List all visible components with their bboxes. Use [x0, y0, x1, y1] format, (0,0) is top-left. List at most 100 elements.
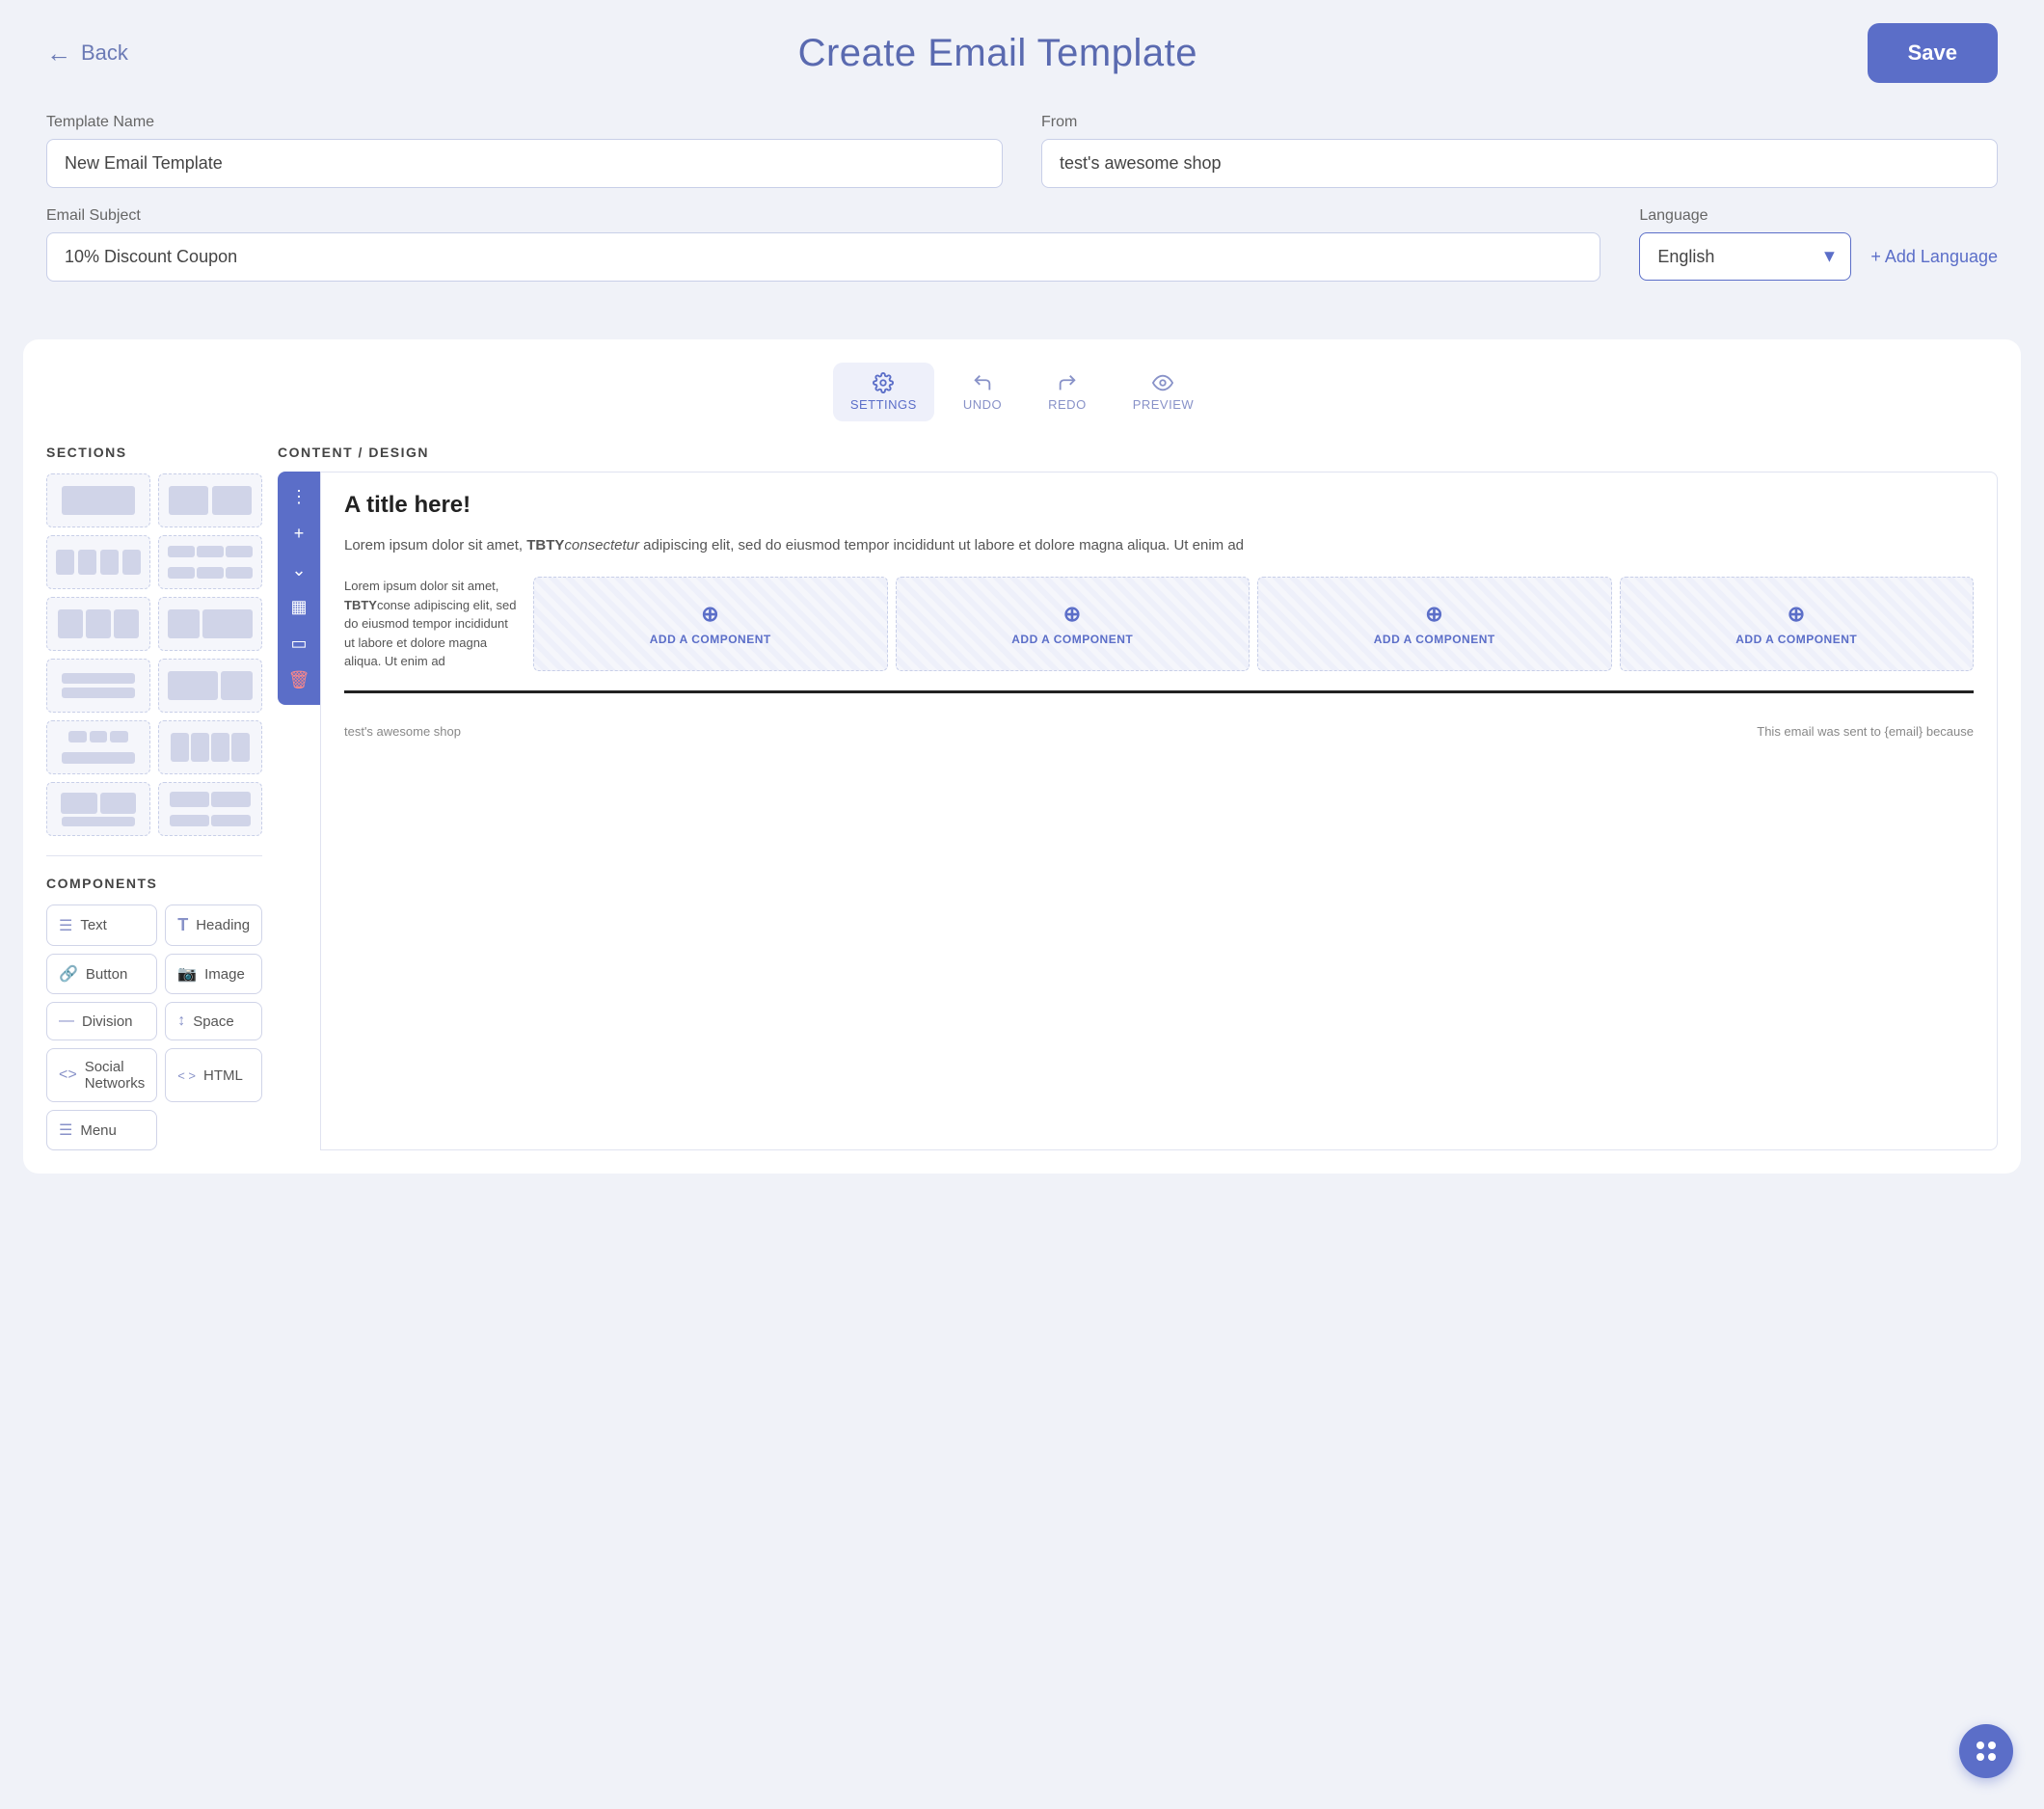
section-thumb-2row-mixed[interactable] — [46, 782, 150, 836]
save-button[interactable]: Save — [1868, 23, 1998, 83]
back-label: Back — [81, 40, 128, 66]
component-social-networks[interactable]: <> Social Networks — [46, 1048, 157, 1102]
undo-icon — [972, 372, 993, 393]
component-social-label: Social Networks — [85, 1059, 146, 1092]
email-footer-email: This email was sent to {email} because — [1757, 716, 1974, 746]
add-component-cell-4[interactable]: ⊕ ADD A COMPONENT — [1620, 577, 1975, 671]
html-icon: < > — [177, 1068, 196, 1083]
delete-button[interactable]: 🗑 — [282, 662, 316, 697]
space-icon: ↕ — [177, 1012, 185, 1030]
back-arrow-icon: ← — [46, 39, 71, 68]
section-thumb-1col[interactable] — [46, 473, 150, 527]
email-subject-group: Email Subject — [46, 207, 1600, 282]
email-body-text: Lorem ipsum dolor sit amet, TBTYconsecte… — [344, 534, 1974, 557]
add-component-cell-2[interactable]: ⊕ ADD A COMPONENT — [896, 577, 1251, 671]
email-content-area: A title here! Lorem ipsum dolor sit amet… — [320, 472, 1998, 1150]
eye-icon — [1152, 372, 1173, 393]
add-component-cell-3[interactable]: ⊕ ADD A COMPONENT — [1257, 577, 1612, 671]
action-bar: ⋮ + ⌄ ▦ ▭ 🗑 — [278, 472, 320, 705]
division-icon: — — [59, 1012, 74, 1030]
fab-button[interactable] — [1959, 1724, 2013, 1778]
component-html-label: HTML — [203, 1067, 243, 1084]
undo-toolbar-button[interactable]: UNDO — [946, 363, 1019, 421]
component-menu[interactable]: ☰ Menu — [46, 1110, 157, 1150]
section-thumb-3col[interactable] — [46, 597, 150, 651]
component-division[interactable]: — Division — [46, 1002, 157, 1040]
fab-dot-3 — [1977, 1753, 1984, 1761]
plus-icon-3: ⊕ — [1425, 602, 1443, 627]
component-image-label: Image — [204, 966, 245, 983]
component-menu-label: Menu — [80, 1122, 117, 1139]
language-row: English ▼ + Add Language — [1639, 232, 1998, 281]
section-thumb-2col-b[interactable] — [46, 535, 150, 589]
add-component-cell-1[interactable]: ⊕ ADD A COMPONENT — [533, 577, 888, 671]
page-title: Create Email Template — [798, 32, 1197, 75]
content-design-area: CONTENT / DESIGN ⋮ + ⌄ ▦ ▭ 🗑 A title her… — [278, 445, 1998, 1150]
component-text-label: Text — [80, 917, 107, 933]
drag-handle-button[interactable]: ⋮ — [282, 479, 316, 514]
section-thumb-sidebar-b[interactable] — [158, 659, 262, 713]
language-select[interactable]: English — [1639, 232, 1851, 281]
plus-icon-1: ⊕ — [701, 602, 719, 627]
email-footer: test's awesome shop This email was sent … — [344, 709, 1974, 746]
fab-dot-2 — [1988, 1742, 1996, 1749]
expand-button[interactable]: ⌄ — [282, 553, 316, 587]
back-button[interactable]: ← Back — [46, 39, 128, 68]
redo-toolbar-button[interactable]: REDO — [1031, 363, 1104, 421]
add-language-button[interactable]: + Add Language — [1870, 233, 1998, 281]
copy-button[interactable]: ▭ — [282, 626, 316, 661]
center-area: ⋮ + ⌄ ▦ ▭ 🗑 A title here! Lorem ipsum do… — [278, 472, 1998, 1150]
preview-toolbar-button[interactable]: PREVIEW — [1116, 363, 1211, 421]
components-grid: ☰ Text T Heading 🔗 Button 📷 Image — [46, 904, 262, 1150]
fab-dot-1 — [1977, 1742, 1984, 1749]
settings-toolbar-button[interactable]: SETTINGS — [833, 363, 934, 421]
add-component-label-4: ADD A COMPONENT — [1735, 633, 1857, 646]
editor-body: SECTIONS — [46, 445, 1998, 1150]
component-image[interactable]: 📷 Image — [165, 954, 262, 994]
settings-label: SETTINGS — [850, 397, 917, 412]
section-thumb-mixed-a[interactable] — [158, 535, 262, 589]
email-content: A title here! Lorem ipsum dolor sit amet… — [321, 472, 1997, 766]
fab-dot-4 — [1988, 1753, 1996, 1761]
section-thumb-sidebar-a[interactable] — [158, 597, 262, 651]
section-thumb-rows[interactable] — [46, 659, 150, 713]
grid-button[interactable]: ▦ — [282, 589, 316, 624]
content-design-title: CONTENT / DESIGN — [278, 445, 1998, 460]
from-input[interactable] — [1041, 139, 1998, 188]
section-thumb-2col[interactable] — [158, 473, 262, 527]
email-col-text: Lorem ipsum dolor sit amet, TBTYconse ad… — [344, 577, 518, 671]
template-name-input[interactable] — [46, 139, 1003, 188]
component-button[interactable]: 🔗 Button — [46, 954, 157, 994]
section-thumb-mixed-b[interactable] — [46, 720, 150, 774]
email-subject-input[interactable] — [46, 232, 1600, 282]
sections-title: SECTIONS — [46, 445, 262, 460]
button-icon: 🔗 — [59, 964, 78, 984]
form-row-1: Template Name From — [46, 114, 1998, 188]
redo-icon — [1057, 372, 1078, 393]
undo-label: UNDO — [963, 397, 1002, 412]
add-component-label-3: ADD A COMPONENT — [1374, 633, 1495, 646]
form-area: Template Name From Email Subject Languag… — [0, 106, 2044, 324]
component-html[interactable]: < > HTML — [165, 1048, 262, 1102]
header: ← Back Create Email Template Save — [0, 0, 2044, 106]
menu-icon: ☰ — [59, 1120, 72, 1140]
plus-icon-4: ⊕ — [1788, 602, 1806, 627]
language-label: Language — [1639, 207, 1998, 225]
editor-toolbar: SETTINGS UNDO REDO PREVIEW — [46, 363, 1998, 421]
email-footer-shop: test's awesome shop — [344, 716, 461, 746]
editor-container: SETTINGS UNDO REDO PREVIEW — [23, 339, 2021, 1174]
redo-label: REDO — [1048, 397, 1087, 412]
language-group: Language English ▼ + Add Language — [1639, 207, 1998, 282]
component-heading[interactable]: T Heading — [165, 904, 262, 946]
section-thumb-4col[interactable] — [158, 720, 262, 774]
add-section-button[interactable]: + — [282, 516, 316, 551]
template-name-group: Template Name — [46, 114, 1003, 188]
component-text[interactable]: ☰ Text — [46, 904, 157, 946]
from-label: From — [1041, 114, 1998, 131]
add-component-grid: ⊕ ADD A COMPONENT ⊕ ADD A COMPONENT ⊕ AD… — [533, 577, 1974, 671]
image-icon: 📷 — [177, 964, 197, 984]
sidebar-left: SECTIONS — [46, 445, 278, 1150]
component-space[interactable]: ↕ Space — [165, 1002, 262, 1040]
component-heading-label: Heading — [196, 917, 250, 933]
section-thumb-complex[interactable] — [158, 782, 262, 836]
